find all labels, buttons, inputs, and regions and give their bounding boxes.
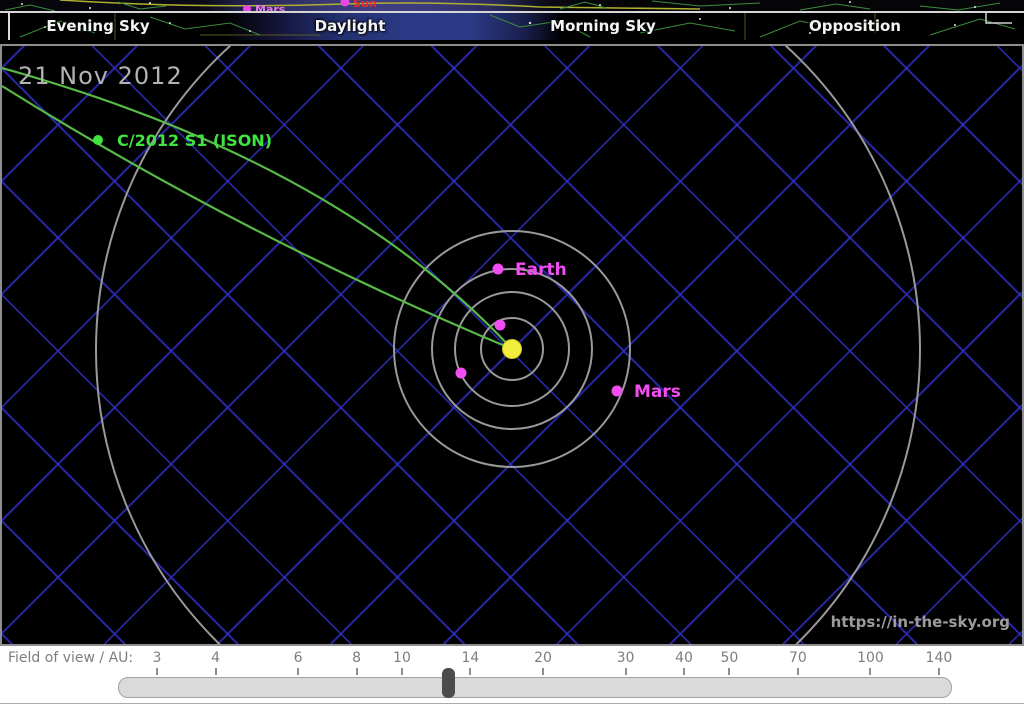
fov-tick-label-70: 70 bbox=[789, 650, 807, 666]
fov-tick-label-3: 3 bbox=[153, 650, 162, 666]
fov-tick-label-4: 4 bbox=[211, 650, 220, 666]
fov-slider-thumb[interactable] bbox=[442, 668, 455, 698]
fov-tick-mark-70 bbox=[797, 668, 799, 675]
fov-tick-mark-3 bbox=[156, 668, 158, 675]
comet-orbit-path bbox=[2, 86, 512, 349]
comet-label: C/2012 S1 (ISON) bbox=[117, 131, 272, 150]
sun-marker[interactable] bbox=[503, 340, 522, 359]
fov-tick-mark-40 bbox=[683, 668, 685, 675]
fov-tick-label-30: 30 bbox=[617, 650, 635, 666]
fov-slider-track[interactable] bbox=[118, 677, 952, 698]
mars-marker[interactable] bbox=[612, 386, 623, 397]
fov-tick-mark-140 bbox=[938, 668, 940, 675]
site-credit-link[interactable]: https://in-the-sky.org bbox=[831, 613, 1010, 631]
tab-daylight[interactable]: Daylight bbox=[315, 17, 386, 35]
fov-tick-mark-10 bbox=[401, 668, 403, 675]
venus-marker[interactable] bbox=[456, 368, 467, 379]
sky-chart-strip: Mars Sun bbox=[0, 0, 1024, 11]
fov-tick-mark-6 bbox=[297, 668, 299, 675]
bottom-rule bbox=[0, 703, 1024, 704]
mercury-marker[interactable] bbox=[495, 320, 506, 331]
fov-tick-label-50: 50 bbox=[721, 650, 739, 666]
fov-tick-mark-4 bbox=[215, 668, 217, 675]
mars-strip-label: Mars bbox=[255, 3, 286, 11]
field-of-view-bar: Field of view / AU: 3 4 6 8 10 14 20 30 40 50 70 10… bbox=[0, 646, 1024, 709]
fov-tick-mark-50 bbox=[728, 668, 730, 675]
sky-strip-toolbar: Mars Sun bbox=[0, 0, 1024, 40]
tab-morning-sky[interactable]: Morning Sky bbox=[550, 17, 656, 35]
sun-strip-label: Sun bbox=[353, 0, 377, 10]
fov-tick-mark-20 bbox=[542, 668, 544, 675]
fov-tick-label-140: 140 bbox=[926, 650, 953, 666]
solar-system-chart[interactable]: 21 Nov 2012 C/2012 S1 (ISON) Earth Mars … bbox=[0, 44, 1024, 646]
fov-tick-label-6: 6 bbox=[294, 650, 303, 666]
earth-marker[interactable] bbox=[493, 264, 504, 275]
mars-label: Mars bbox=[634, 382, 681, 402]
meridian-line bbox=[8, 13, 10, 40]
fov-tick-label-40: 40 bbox=[675, 650, 693, 666]
fov-tick-mark-30 bbox=[625, 668, 627, 675]
comet-orbit-path bbox=[2, 68, 512, 349]
sky-phase-band: Evening Sky Daylight Morning Sky Opposit… bbox=[0, 11, 1024, 40]
fov-tick-mark-8 bbox=[356, 668, 358, 675]
fov-tick-mark-100 bbox=[869, 668, 871, 675]
fov-tick-label-14: 14 bbox=[462, 650, 480, 666]
comet-marker[interactable] bbox=[93, 135, 103, 145]
fov-tick-label-10: 10 bbox=[393, 650, 411, 666]
date-label: 21 Nov 2012 bbox=[18, 62, 183, 90]
fov-tick-label-20: 20 bbox=[534, 650, 552, 666]
fov-tick-label-8: 8 bbox=[352, 650, 361, 666]
tab-opposition[interactable]: Opposition bbox=[809, 17, 901, 35]
fov-tick-label-100: 100 bbox=[857, 650, 884, 666]
earth-label: Earth bbox=[515, 260, 567, 280]
tab-evening-sky[interactable]: Evening Sky bbox=[46, 17, 149, 35]
fov-tick-mark-14 bbox=[469, 668, 471, 675]
sky-strip-decoration: Mars Sun bbox=[0, 0, 1024, 11]
field-of-view-label: Field of view / AU: bbox=[8, 650, 133, 666]
